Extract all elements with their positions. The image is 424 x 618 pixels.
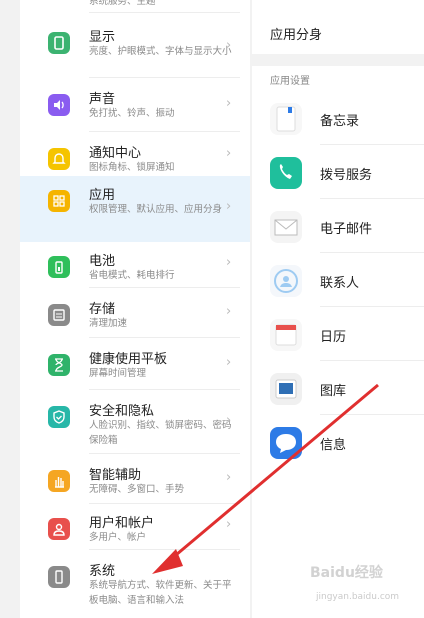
divider — [320, 252, 424, 253]
app-item[interactable]: 信息 — [270, 420, 424, 470]
menu-item-title: 显示 — [89, 30, 116, 45]
menu-item-title: 存储 — [89, 302, 116, 317]
menu-item-7[interactable]: 安全和隐私 人脸识别、指纹、锁屏密码、密码保险箱 › — [20, 392, 250, 454]
bell-icon — [48, 148, 70, 170]
chevron-right-icon: › — [226, 96, 232, 111]
menu-item-subtitle: 多用户、帐户 — [89, 532, 147, 543]
menu-item-8[interactable]: 智能辅助 无障碍、多窗口、手势 › — [20, 456, 250, 504]
watermark-url: jingyan.baidu.com — [316, 592, 400, 602]
menu-item-2[interactable]: 通知中心 图标角标、锁屏通知 › — [20, 134, 250, 178]
menu-item-10[interactable]: 系统 系统导航方式、软件更新、关于平板电脑、语言和输入法 › — [20, 552, 250, 618]
app-item[interactable]: 备忘录 — [270, 96, 424, 146]
app-label: 电子邮件 — [320, 222, 373, 237]
calendar-icon — [270, 319, 302, 351]
app-label: 拨号服务 — [320, 168, 373, 183]
chevron-right-icon: › — [226, 199, 232, 214]
menu-item-0[interactable]: 显示 亮度、护眼模式、字体与显示大小 › — [20, 18, 250, 78]
chevron-right-icon: › — [226, 255, 232, 270]
menu-item-subtitle: 省电模式、耗电排行 — [89, 270, 175, 281]
divider — [89, 337, 240, 338]
app-label: 联系人 — [320, 276, 360, 291]
app-item[interactable]: 图库 — [270, 366, 424, 416]
menu-item-4[interactable]: 电池 省电模式、耗电排行 › — [20, 242, 250, 288]
gallery-icon — [270, 373, 302, 405]
apps-icon — [48, 190, 70, 212]
menu-top-fragment: 系统服务、主题 — [89, 0, 156, 7]
menu-item-title: 通知中心 — [89, 146, 142, 161]
menu-item-title: 系统 — [89, 564, 116, 579]
storage-icon — [48, 304, 70, 326]
menu-item-title: 智能辅助 — [89, 468, 142, 483]
phone-call-icon — [270, 157, 302, 189]
menu-item-subtitle: 无障碍、多窗口、手势 — [89, 484, 185, 495]
phone-icon — [48, 566, 70, 588]
divider — [320, 414, 424, 415]
divider — [89, 389, 240, 390]
section-gap — [252, 54, 424, 66]
app-label: 日历 — [320, 330, 347, 345]
menu-item-subtitle: 图标角标、锁屏通知 — [89, 162, 175, 173]
chevron-right-icon: › — [226, 413, 232, 428]
menu-item-6[interactable]: 健康使用平板 屏幕时间管理 › — [20, 340, 250, 390]
hourglass-icon — [48, 354, 70, 376]
sound-icon — [48, 94, 70, 116]
menu-item-title: 健康使用平板 — [89, 352, 168, 367]
display-icon — [48, 32, 70, 54]
divider — [320, 198, 424, 199]
menu-item-subtitle: 清理加速 — [89, 318, 128, 329]
divider — [320, 144, 424, 145]
app-item[interactable]: 电子邮件 — [270, 204, 424, 254]
message-icon — [270, 427, 302, 459]
chevron-right-icon: › — [226, 304, 232, 319]
chevron-right-icon: › — [226, 38, 232, 53]
menu-item-title: 安全和隐私 — [89, 404, 155, 419]
menu-item-subtitle: 系统导航方式、软件更新、关于平板电脑、语言和输入法 — [89, 580, 232, 606]
shield-icon — [48, 406, 70, 428]
app-label: 信息 — [320, 438, 347, 453]
menu-item-5[interactable]: 存储 清理加速 › — [20, 290, 250, 338]
menu-item-subtitle: 权限管理、默认应用、应用分身 — [89, 204, 223, 215]
menu-item-subtitle: 亮度、护眼模式、字体与显示大小 — [89, 46, 232, 57]
divider — [320, 306, 424, 307]
user-icon — [48, 518, 70, 540]
contacts-icon — [270, 265, 302, 297]
divider — [89, 549, 240, 550]
app-clone-item[interactable]: 应用分身 — [270, 24, 322, 43]
divider — [89, 453, 240, 454]
menu-item-title: 用户和帐户 — [89, 516, 155, 531]
divider — [89, 12, 240, 13]
menu-item-9[interactable]: 用户和帐户 多用户、帐户 › — [20, 504, 250, 550]
watermark: Baidu经验 — [310, 565, 383, 581]
menu-item-subtitle: 免打扰、铃声、振动 — [89, 108, 175, 119]
divider — [89, 77, 240, 78]
app-item[interactable]: 拨号服务 — [270, 150, 424, 200]
hand-icon — [48, 470, 70, 492]
chevron-right-icon: › — [226, 517, 232, 532]
settings-menu: 系统服务、主题 显示 亮度、护眼模式、字体与显示大小 › 声音 免打扰、铃声、振动 › 通知… — [20, 0, 250, 618]
battery-icon — [48, 256, 70, 278]
notes-icon — [270, 103, 302, 135]
app-label: 图库 — [320, 384, 347, 399]
chevron-right-icon: › — [226, 470, 232, 485]
mail-icon — [270, 211, 302, 243]
menu-item-subtitle: 屏幕时间管理 — [89, 368, 147, 379]
menu-item-title: 应用 — [89, 188, 116, 203]
divider — [89, 287, 240, 288]
chevron-right-icon: › — [226, 355, 232, 370]
chevron-right-icon: › — [226, 575, 232, 590]
app-settings-panel: 应用分身 应用设置 备忘录拨号服务电子邮件联系人日历图库信息 — [252, 0, 424, 618]
chevron-right-icon: › — [226, 146, 232, 161]
menu-item-title: 电池 — [89, 254, 116, 269]
menu-item-title: 声音 — [89, 92, 116, 107]
menu-item-1[interactable]: 声音 免打扰、铃声、振动 › — [20, 80, 250, 132]
app-item[interactable]: 日历 — [270, 312, 424, 362]
app-label: 备忘录 — [320, 114, 360, 129]
menu-item-3[interactable]: 应用 权限管理、默认应用、应用分身 › — [20, 176, 250, 242]
divider — [320, 360, 424, 361]
menu-item-subtitle: 人脸识别、指纹、锁屏密码、密码保险箱 — [89, 420, 232, 446]
section-header: 应用设置 — [270, 76, 310, 87]
app-item[interactable]: 联系人 — [270, 258, 424, 308]
divider — [89, 131, 240, 132]
